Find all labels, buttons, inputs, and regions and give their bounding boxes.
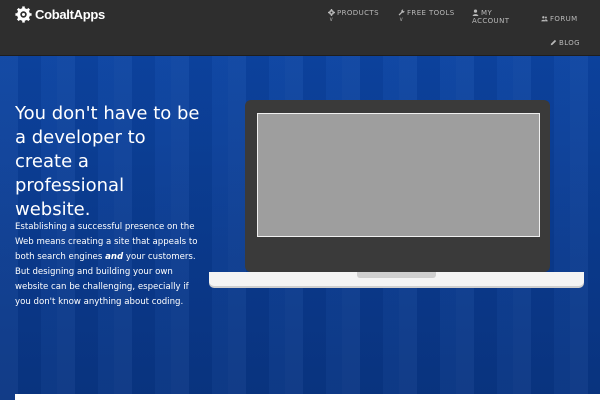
gear-logo-icon <box>15 5 32 23</box>
nav-forum[interactable]: FORUM <box>541 15 578 23</box>
nav-products-label: PRODUCTS <box>337 9 379 17</box>
hero-section: You don't have to be a developer to crea… <box>0 56 600 400</box>
top-navigation-bar: CobaltApps PRODUCTS ∨ FREE TOOLS ∨ MY AC… <box>0 0 600 56</box>
laptop-base <box>209 272 584 286</box>
users-icon <box>541 16 548 22</box>
laptop-display <box>257 113 540 237</box>
hero-headline: You don't have to be a developer to crea… <box>15 102 215 222</box>
gear-icon <box>328 9 335 16</box>
brand-name: CobaltApps <box>35 6 105 22</box>
nav-free-tools[interactable]: FREE TOOLS ∨ <box>398 9 455 23</box>
nav-my-account-label-line1: MY <box>481 9 493 17</box>
chevron-down-icon: ∨ <box>329 16 334 23</box>
chevron-down-icon: ∨ <box>399 16 404 23</box>
nav-free-tools-label: FREE TOOLS <box>407 9 455 17</box>
user-icon <box>472 9 479 16</box>
hero-headline-line: create a <box>15 151 89 172</box>
laptop-notch <box>357 272 436 278</box>
hero-description-emphasis: and <box>105 252 124 262</box>
nav-products[interactable]: PRODUCTS ∨ <box>328 9 379 23</box>
nav-my-account-label-line2: ACCOUNT <box>472 17 510 25</box>
hero-headline-line: professional <box>15 175 125 196</box>
content-panel-edge <box>15 394 600 400</box>
hero-headline-line: You don't have to be <box>15 103 200 124</box>
laptop-illustration <box>245 100 550 272</box>
pencil-icon <box>550 39 557 46</box>
hero-headline-line: a developer to <box>15 127 146 148</box>
hero-headline-line: website. <box>15 199 91 220</box>
nav-blog-label: BLOG <box>559 39 580 47</box>
brand-logo[interactable]: CobaltApps <box>15 4 105 24</box>
hero-description: Establishing a successful presence on th… <box>15 220 200 310</box>
nav-my-account[interactable]: MY ACCOUNT <box>472 9 509 25</box>
nav-forum-label: FORUM <box>550 15 578 23</box>
nav-blog[interactable]: BLOG <box>550 39 580 47</box>
wrench-icon <box>398 9 405 16</box>
